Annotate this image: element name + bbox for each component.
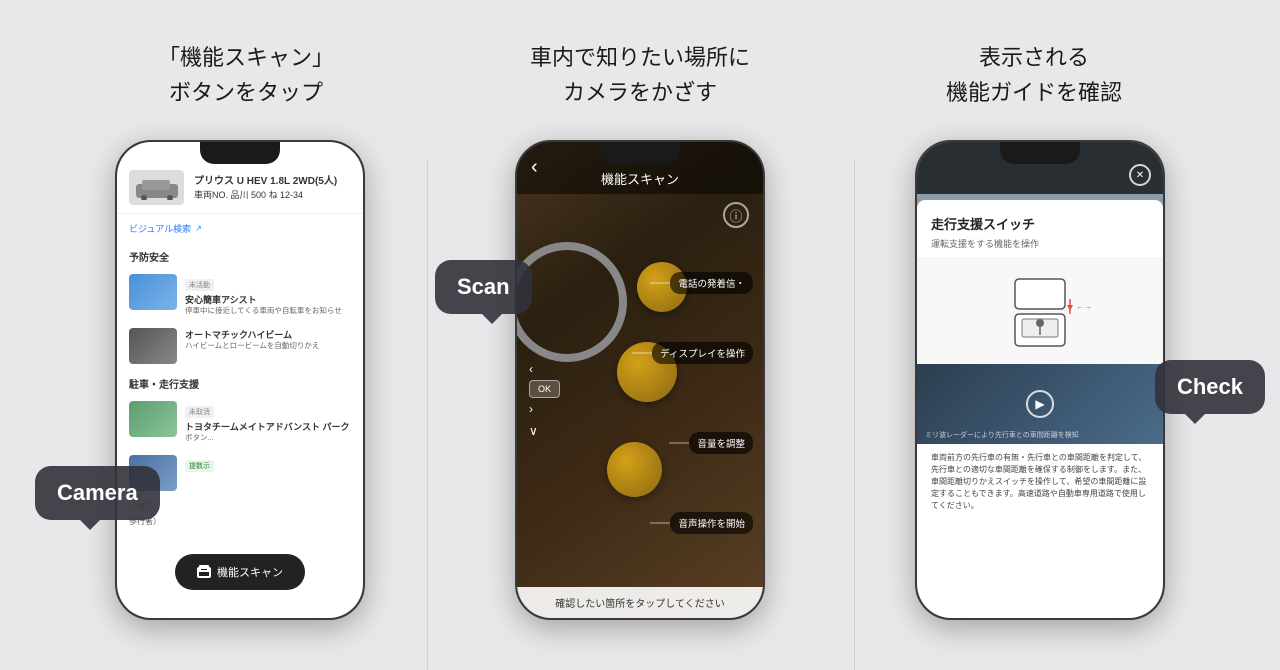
phone1-wrapper: Camera プリウス U HEV 1.8L 2WD( (115, 140, 365, 620)
feature-thumb-2 (129, 328, 177, 364)
camera-icon (197, 567, 211, 578)
result-sub: 運転支援をする機能を操作 (931, 237, 1149, 250)
badge-inactive-1: 未活動 (185, 279, 214, 291)
car-info: プリウス U HEV 1.8L 2WD(5人) 車両NO. 品川 500 ね 1… (194, 175, 337, 202)
nav-chevrons[interactable]: ‹ OK › ∨ (529, 362, 560, 438)
label-arrow-4 (650, 523, 670, 524)
step-titles-row: 「機能スキャン」 ボタンをタップ 車内で知りたい場所に カメラをかざす 表示され… (0, 0, 1280, 130)
bottom-instruction: 確認したい箇所をタップしてください (517, 587, 763, 618)
feature-text-1: 未活動 安心簡車アシスト 停車中に接近してくる車両や自転車をお知らせ (185, 274, 342, 316)
feature-name-2: オートマチックハイビーム (185, 328, 319, 341)
step2-line1: 車内で知りたい場所に (530, 45, 750, 70)
scan-button-label: 機能スキャン (217, 564, 283, 580)
section2-title: 駐車・走行支援 (117, 370, 363, 395)
section1-title: 予防安全 (117, 243, 363, 268)
phone3-screen: ✕ 走行支援スイッチ 運転支援をする機能を操作 (917, 142, 1163, 618)
chevron-down[interactable]: ∨ (529, 424, 560, 438)
camera-tooltip: Camera (35, 466, 160, 520)
result-description: 車両前方の先行車の有無・先行車との車間距離を判定して、先行車との適切な車間距離を… (917, 444, 1163, 520)
feature-desc-2: ハイビームとロービームを自動切りかえ (185, 341, 319, 351)
scan-button[interactable]: 機能スキャン (175, 554, 305, 590)
diagram-area: ←→ (917, 259, 1163, 364)
camera-header-title: 機能スキャン (601, 169, 679, 188)
step3-line1: 表示される (979, 45, 1089, 70)
feature-thumb-3 (129, 401, 177, 437)
feature-text-2: オートマチックハイビーム ハイビームとロービームを自動切りかえ (185, 328, 319, 351)
phone1-notch (200, 142, 280, 164)
check-tooltip: Check (1155, 360, 1265, 414)
steering-wheel (515, 242, 627, 362)
step3-title: 表示される 機能ガイドを確認 (946, 40, 1122, 110)
divider2 (854, 160, 855, 670)
svg-text:←→: ←→ (1076, 302, 1092, 311)
step3-line2: 機能ガイドを確認 (946, 80, 1122, 105)
phone3-wrapper: ✕ 走行支援スイッチ 運転支援をする機能を操作 (915, 140, 1165, 620)
step1-line2: ボタンをタップ (169, 80, 323, 105)
car-number: 車両NO. 品川 500 ね 12-34 (194, 189, 337, 202)
back-button[interactable]: ‹ (531, 156, 538, 179)
label-display: ディスプレイを操作 (652, 342, 753, 364)
walker-text: 歩行者） (117, 516, 363, 527)
feature-item-2: オートマチックハイビーム ハイビームとロービームを自動切りかえ (117, 322, 363, 370)
play-button[interactable]: ▶ (1026, 390, 1054, 418)
phone1: プリウス U HEV 1.8L 2WD(5人) 車両NO. 品川 500 ね 1… (115, 140, 365, 620)
phone3: ✕ 走行支援スイッチ 運転支援をする機能を操作 (915, 140, 1165, 620)
video-thumbnail[interactable]: ▶ ミリ波レーダーにより先行車との車間距離を検知 (917, 364, 1163, 444)
step2-line2: カメラをかざす (563, 80, 717, 105)
chevron-left[interactable]: ‹ (529, 362, 560, 376)
feature-item: 未活動 安心簡車アシスト 停車中に接近してくる車両や自転車をお知らせ (117, 268, 363, 322)
chevron-right[interactable]: › (529, 402, 560, 416)
label-arrow-3 (669, 443, 689, 444)
feature-text-3: 未取消 トヨタチームメイトアドバンスト パーク ボタン... (185, 401, 350, 443)
feature-desc-3: ボタン... (185, 433, 350, 443)
label-phone-calls: 電話の発着信・ (670, 272, 753, 294)
label-volume: 音量を調整 (689, 432, 753, 454)
label-arrow-1 (650, 283, 670, 284)
visual-search-label: ビジュアル検索 (129, 222, 191, 235)
result-title-section: 走行支援スイッチ 運転支援をする機能を操作 (917, 200, 1163, 259)
feature-name-1: 安心簡車アシスト (185, 293, 342, 306)
feature-text-4: 提数示 (185, 455, 214, 474)
label-arrow-2 (632, 353, 652, 354)
radar-caption: ミリ波レーダーにより先行車との車間距離を検知 (925, 430, 1155, 440)
car-thumbnail (129, 170, 184, 205)
label-voice: 音声操作を開始 (670, 512, 753, 534)
feature-name-3: トヨタチームメイトアドバンスト パーク (185, 420, 350, 433)
ok-button[interactable]: OK (529, 380, 560, 398)
phone1-screen: プリウス U HEV 1.8L 2WD(5人) 車両NO. 品川 500 ね 1… (117, 142, 363, 618)
phones-row: Camera プリウス U HEV 1.8L 2WD( (0, 130, 1280, 670)
scan-tooltip: Scan (435, 260, 532, 314)
badge-active-4: 提数示 (185, 460, 214, 472)
result-main-title: 走行支援スイッチ (931, 214, 1149, 233)
step1-title: 「機能スキャン」 ボタンをタップ (158, 40, 334, 110)
feature-thumb-1 (129, 274, 177, 310)
phone2-wrapper: Scan ‹ 機能スキャン ⓘ (515, 140, 765, 620)
phone3-notch (1000, 142, 1080, 164)
golden-btn-3 (607, 442, 662, 497)
visual-search-link[interactable]: ビジュアル検索 ↗ (117, 214, 363, 243)
phone2: ‹ 機能スキャン ⓘ 電話の発着信・ ディスプレイを操作 音量を調整 (515, 140, 765, 620)
car-name: プリウス U HEV 1.8L 2WD(5人) (194, 175, 337, 189)
divider1 (427, 160, 428, 670)
phone2-notch (600, 142, 680, 164)
badge-inactive-3: 未取消 (185, 406, 214, 418)
feature-desc-1: 停車中に接近してくる車両や自転車をお知らせ (185, 306, 342, 316)
close-button[interactable]: ✕ (1129, 164, 1151, 186)
step1-line1: 「機能スキャン」 (158, 45, 334, 70)
step2-title: 車内で知りたい場所に カメラをかざす (530, 40, 750, 110)
result-panel: 走行支援スイッチ 運転支援をする機能を操作 (917, 200, 1163, 520)
external-link-icon: ↗ (195, 224, 202, 233)
car-diagram-svg: ←→ (980, 269, 1100, 354)
phone2-screen: ‹ 機能スキャン ⓘ 電話の発着信・ ディスプレイを操作 音量を調整 (517, 142, 763, 618)
feature-item-3: 未取消 トヨタチームメイトアドバンスト パーク ボタン... (117, 395, 363, 449)
